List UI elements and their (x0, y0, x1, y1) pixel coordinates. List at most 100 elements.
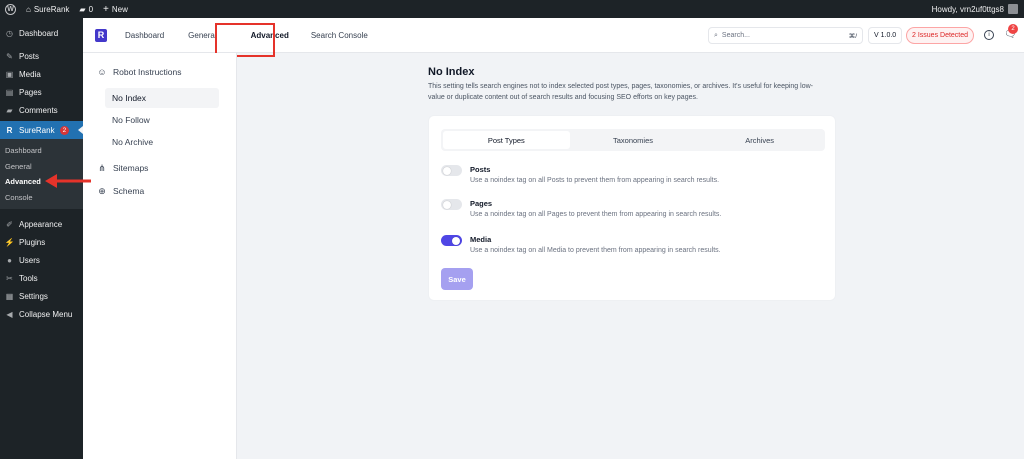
surerank-icon: R (6, 125, 13, 135)
menu-item-appearance[interactable]: ✐ Appearance (0, 215, 83, 233)
menu-label: Settings (19, 291, 48, 301)
nav-label: Robot Instructions (113, 67, 182, 77)
menu-item-settings[interactable]: ▦ Settings (0, 287, 83, 305)
menu-item-surerank[interactable]: R SureRank 2 (0, 121, 83, 139)
nav-no-archive[interactable]: No Archive (105, 132, 219, 152)
comments-count: 0 (88, 4, 94, 14)
tab-dashboard[interactable]: Dashboard (113, 18, 176, 53)
menu-item-users[interactable]: ● Users (0, 251, 83, 269)
sitemap-icon: ⋔ (98, 162, 106, 173)
settings-nav: ☺ Robot Instructions No Index No Follow N… (83, 53, 237, 459)
nav-robot-instructions[interactable]: ☺ Robot Instructions (83, 63, 236, 81)
surerank-badge: 2 (59, 125, 70, 135)
nav-sitemaps[interactable]: ⋔ Sitemaps (83, 159, 236, 177)
search-placeholder: Search... (721, 32, 750, 39)
menu-item-media[interactable]: ▣ Media (0, 65, 83, 83)
menu-item-tools[interactable]: ✂ Tools (0, 269, 83, 287)
menu-label: Users (19, 255, 40, 265)
option-help: Use a noindex tag on all Posts to preven… (470, 177, 720, 184)
settings-card: Post Types Taxonomies Archives Posts Use… (428, 115, 836, 301)
nav-no-follow[interactable]: No Follow (105, 110, 219, 130)
option-help: Use a noindex tag on all Pages to preven… (470, 211, 722, 218)
pin-icon: ✎ (6, 51, 13, 61)
annotation-arrow-icon (45, 174, 91, 188)
version-badge: V 1.0.0 (868, 27, 903, 44)
search-shortcut: ⌘/ (848, 32, 857, 40)
option-label: Pages (470, 199, 493, 208)
toggle-knob (452, 236, 460, 245)
menu-label: Tools (19, 273, 38, 283)
tab-archives[interactable]: Archives (696, 131, 823, 149)
issues-badge[interactable]: 2 Issues Detected (906, 27, 975, 44)
toggle-knob (443, 200, 451, 209)
comments-link[interactable]: ▰ 0 (74, 0, 98, 18)
tab-post-types[interactable]: Post Types (443, 131, 570, 149)
robot-icon: ☺ (97, 67, 107, 77)
new-content-button[interactable]: + New (98, 0, 133, 18)
menu-label: SureRank (19, 125, 55, 135)
menu-label: Appearance (19, 219, 63, 229)
comment-icon: ▰ (6, 105, 13, 115)
posts-toggle[interactable] (441, 165, 462, 176)
home-icon: ⌂ (26, 4, 31, 14)
menu-item-comments[interactable]: ▰ Comments (0, 101, 83, 119)
nav-no-index[interactable]: No Index (105, 88, 219, 108)
save-button[interactable]: Save (441, 268, 473, 290)
menu-label: Comments (19, 105, 58, 115)
notification-badge: 2 (1008, 24, 1018, 34)
site-name-link[interactable]: ⌂ SureRank (21, 0, 74, 18)
site-name: SureRank (33, 4, 70, 14)
nav-label: Sitemaps (113, 163, 149, 173)
plus-icon: + (103, 3, 109, 15)
dashboard-icon: ◷ (6, 28, 13, 38)
greeting: Howdy, vrn2uf0ttgs8 (931, 4, 1004, 14)
tab-taxonomies[interactable]: Taxonomies (570, 131, 697, 149)
menu-label: Collapse Menu (19, 309, 73, 319)
new-label: New (111, 4, 128, 14)
avatar (1008, 4, 1018, 14)
nav-label: Schema (113, 186, 145, 196)
toggle-knob (443, 166, 451, 175)
page-title: No Index (428, 66, 475, 78)
collapse-icon: ◀ (6, 309, 13, 319)
user-icon: ● (7, 255, 12, 265)
menu-item-plugins[interactable]: ⚡ Plugins (0, 233, 83, 251)
highlight-box (215, 23, 275, 57)
account-menu[interactable]: Howdy, vrn2uf0ttgs8 (927, 0, 1024, 18)
page-icon: ▤ (5, 87, 14, 97)
surerank-logo: R (95, 28, 107, 42)
option-label: Posts (470, 165, 491, 174)
submenu-console[interactable]: Console (0, 190, 83, 206)
issues-label: 2 Issues Detected (912, 32, 969, 39)
admin-bar: W ⌂ SureRank ▰ 0 + New Howdy, vrn2uf0ttgs8 (0, 0, 1024, 18)
media-icon: ▣ (5, 69, 14, 79)
menu-item-posts[interactable]: ✎ Posts (0, 47, 83, 65)
brush-icon: ✐ (6, 219, 13, 229)
menu-item-dashboard[interactable]: ◷ Dashboard (0, 24, 83, 42)
nav-schema[interactable]: ⊕ Schema (83, 182, 236, 200)
tab-search-console[interactable]: Search Console (301, 18, 380, 53)
settings-icon: ▦ (5, 291, 14, 301)
menu-label: Pages (19, 87, 42, 97)
search-icon: ⌕ (714, 31, 718, 39)
wp-admin-menu: ◷ Dashboard ✎ Posts ▣ Media ▤ Pages ▰ Comment… (0, 18, 83, 459)
menu-label: Media (19, 69, 41, 79)
collapse-menu-button[interactable]: ◀ Collapse Menu (0, 305, 83, 323)
comment-icon: ▰ (79, 4, 86, 14)
pages-toggle[interactable] (441, 199, 462, 210)
menu-label: Posts (19, 51, 40, 61)
wrench-icon: ✂ (6, 273, 13, 283)
option-label: Media (470, 235, 492, 244)
content-tabs: Post Types Taxonomies Archives (441, 129, 825, 151)
page-description: This setting tells search engines not to… (428, 83, 813, 101)
search-input[interactable]: ⌕ Search... ⌘/ (708, 27, 863, 44)
submenu-dashboard[interactable]: Dashboard (0, 143, 83, 159)
menu-item-pages[interactable]: ▤ Pages (0, 83, 83, 101)
wordpress-icon: W (5, 3, 16, 15)
media-toggle[interactable] (441, 235, 462, 246)
wp-logo-button[interactable]: W (0, 0, 21, 18)
info-icon[interactable]: i (984, 30, 994, 40)
plug-icon: ⚡ (4, 237, 15, 247)
menu-label: Plugins (19, 237, 46, 247)
globe-icon: ⊕ (98, 185, 106, 196)
